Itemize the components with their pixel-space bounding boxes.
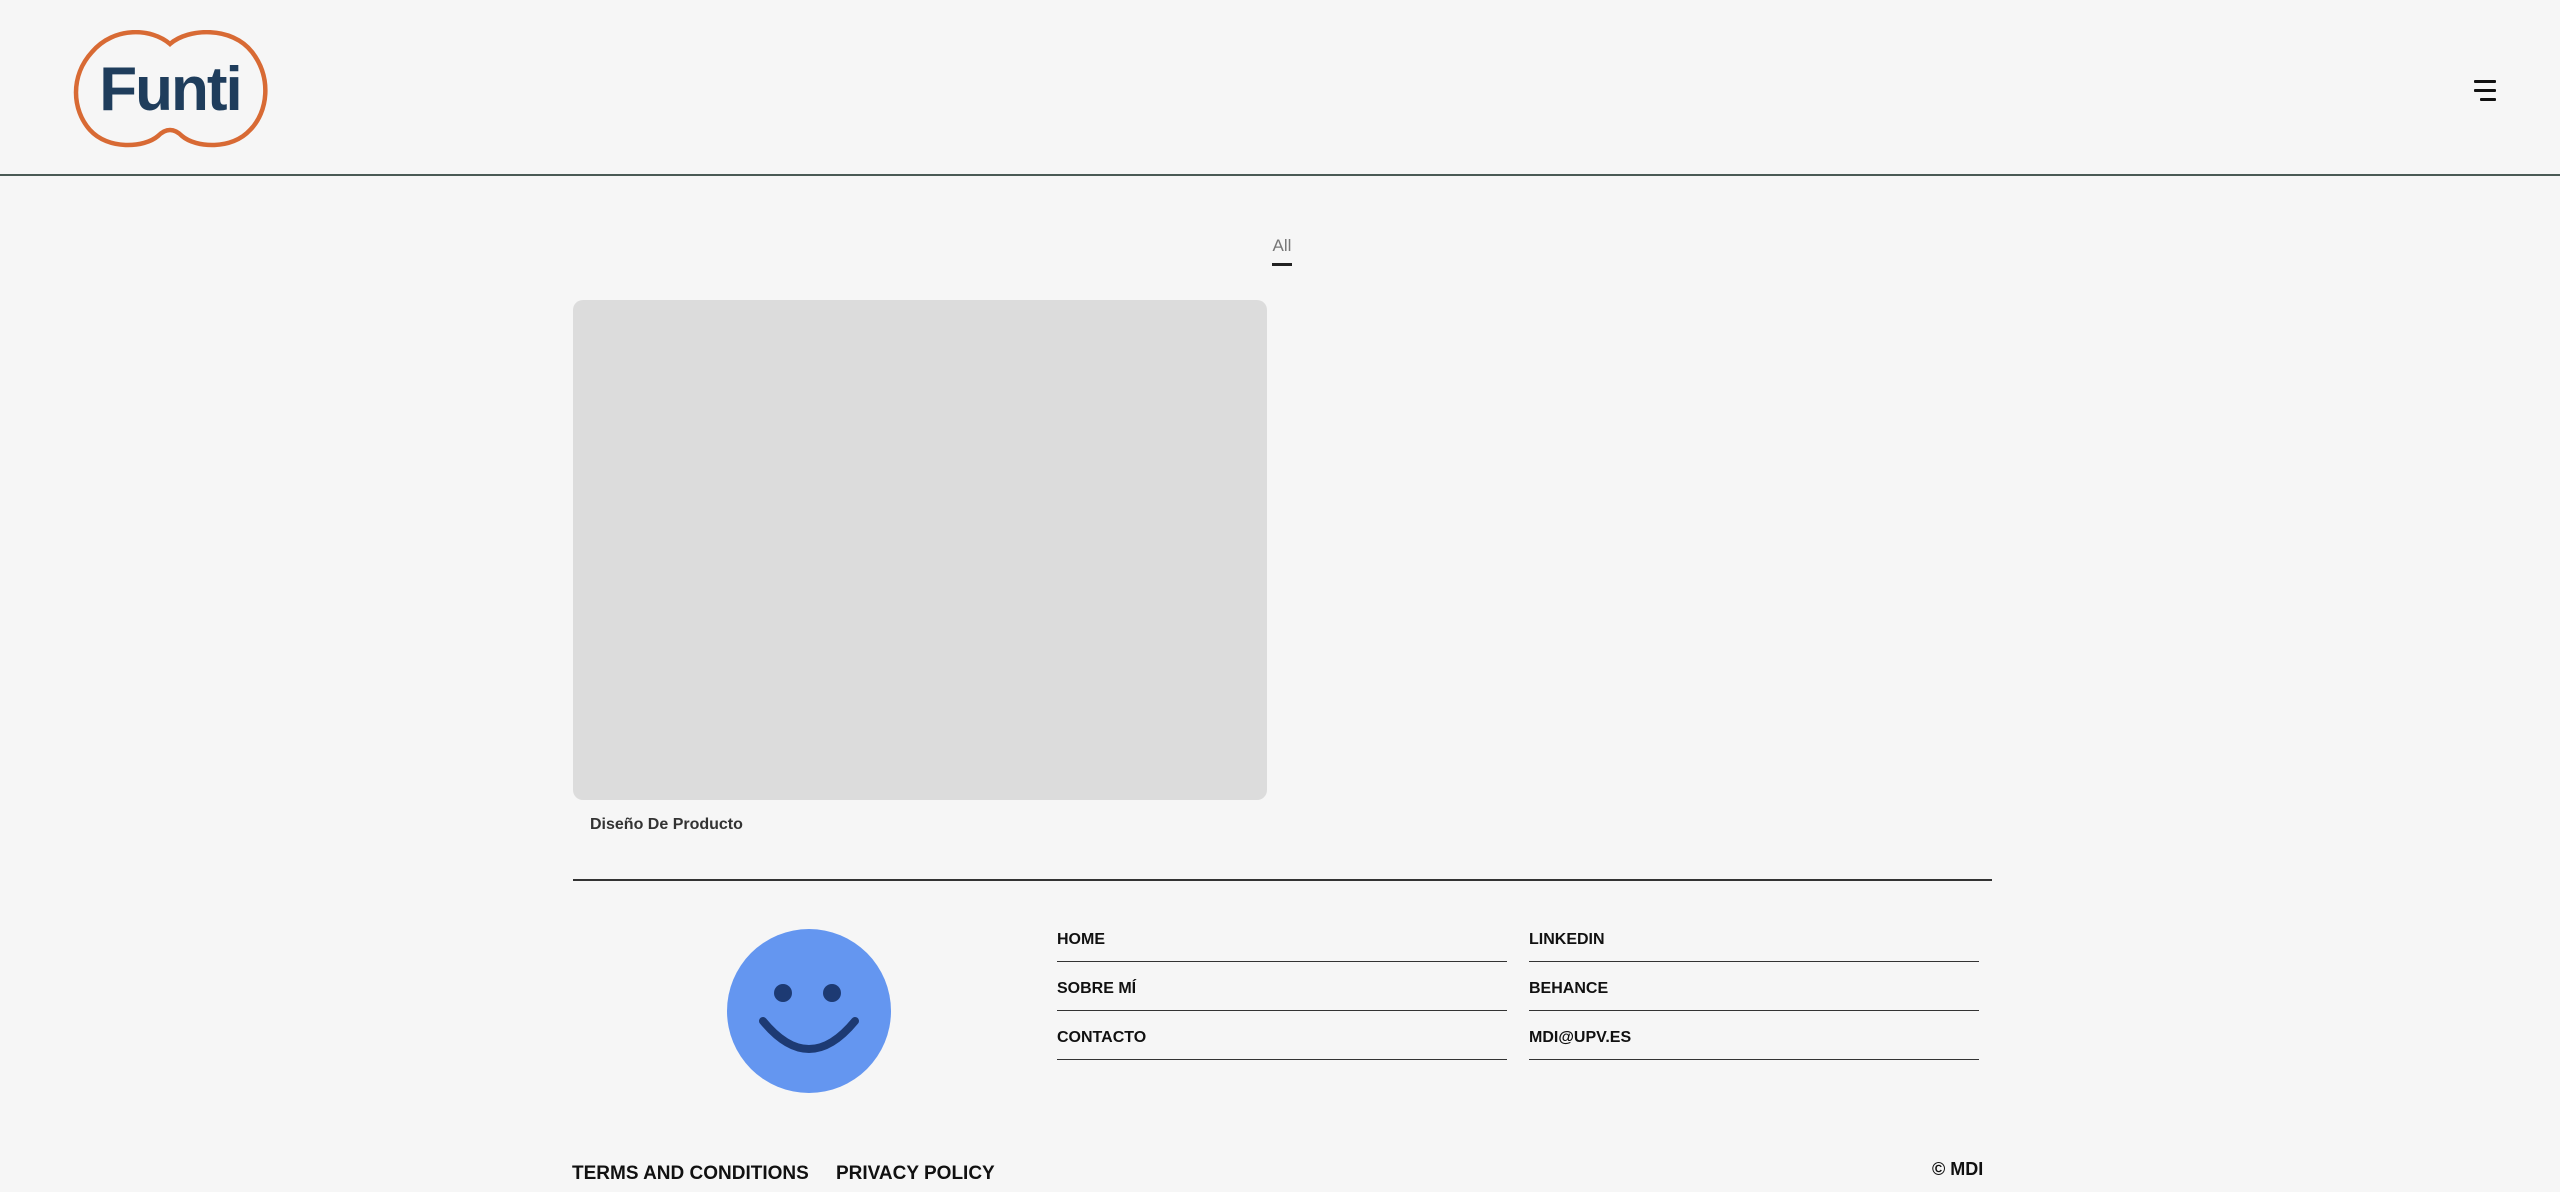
site-header: Funti xyxy=(0,0,2560,176)
hamburger-menu-icon[interactable] xyxy=(2456,72,2500,108)
funti-logo-icon: Funti xyxy=(73,30,268,148)
footer-link-home[interactable]: HOME xyxy=(1057,914,1507,962)
terms-link[interactable]: TERMS AND CONDITIONS xyxy=(572,1163,809,1185)
footer-nav: HOME SOBRE MÍ CONTACTO xyxy=(1057,914,1507,1061)
footer-link-behance[interactable]: BEHANCE xyxy=(1529,963,1979,1011)
copyright-text: © MDI xyxy=(1932,1159,1984,1179)
logo[interactable]: Funti xyxy=(72,30,268,148)
portfolio-card-image[interactable] xyxy=(573,300,1267,800)
footer-link-linkedin[interactable]: LINKEDIN xyxy=(1529,914,1979,962)
footer-divider xyxy=(573,879,1992,881)
footer-social: LINKEDIN BEHANCE MDI@UPV.ES xyxy=(1529,914,1979,1061)
smiley-face-icon xyxy=(727,929,891,1093)
filter-tab-all[interactable]: All xyxy=(1262,236,1302,266)
footer-link-sobre-mi[interactable]: SOBRE MÍ xyxy=(1057,963,1507,1011)
portfolio-card-caption[interactable]: Diseño De Producto xyxy=(590,816,743,834)
footer-link-contacto[interactable]: CONTACTO xyxy=(1057,1012,1507,1060)
footer-link-email[interactable]: MDI@UPV.ES xyxy=(1529,1012,1979,1060)
page: Funti All Diseño De Producto HOME SOBRE … xyxy=(0,0,2560,1192)
privacy-link[interactable]: PRIVACY POLICY xyxy=(836,1163,995,1185)
svg-text:Funti: Funti xyxy=(99,55,241,124)
